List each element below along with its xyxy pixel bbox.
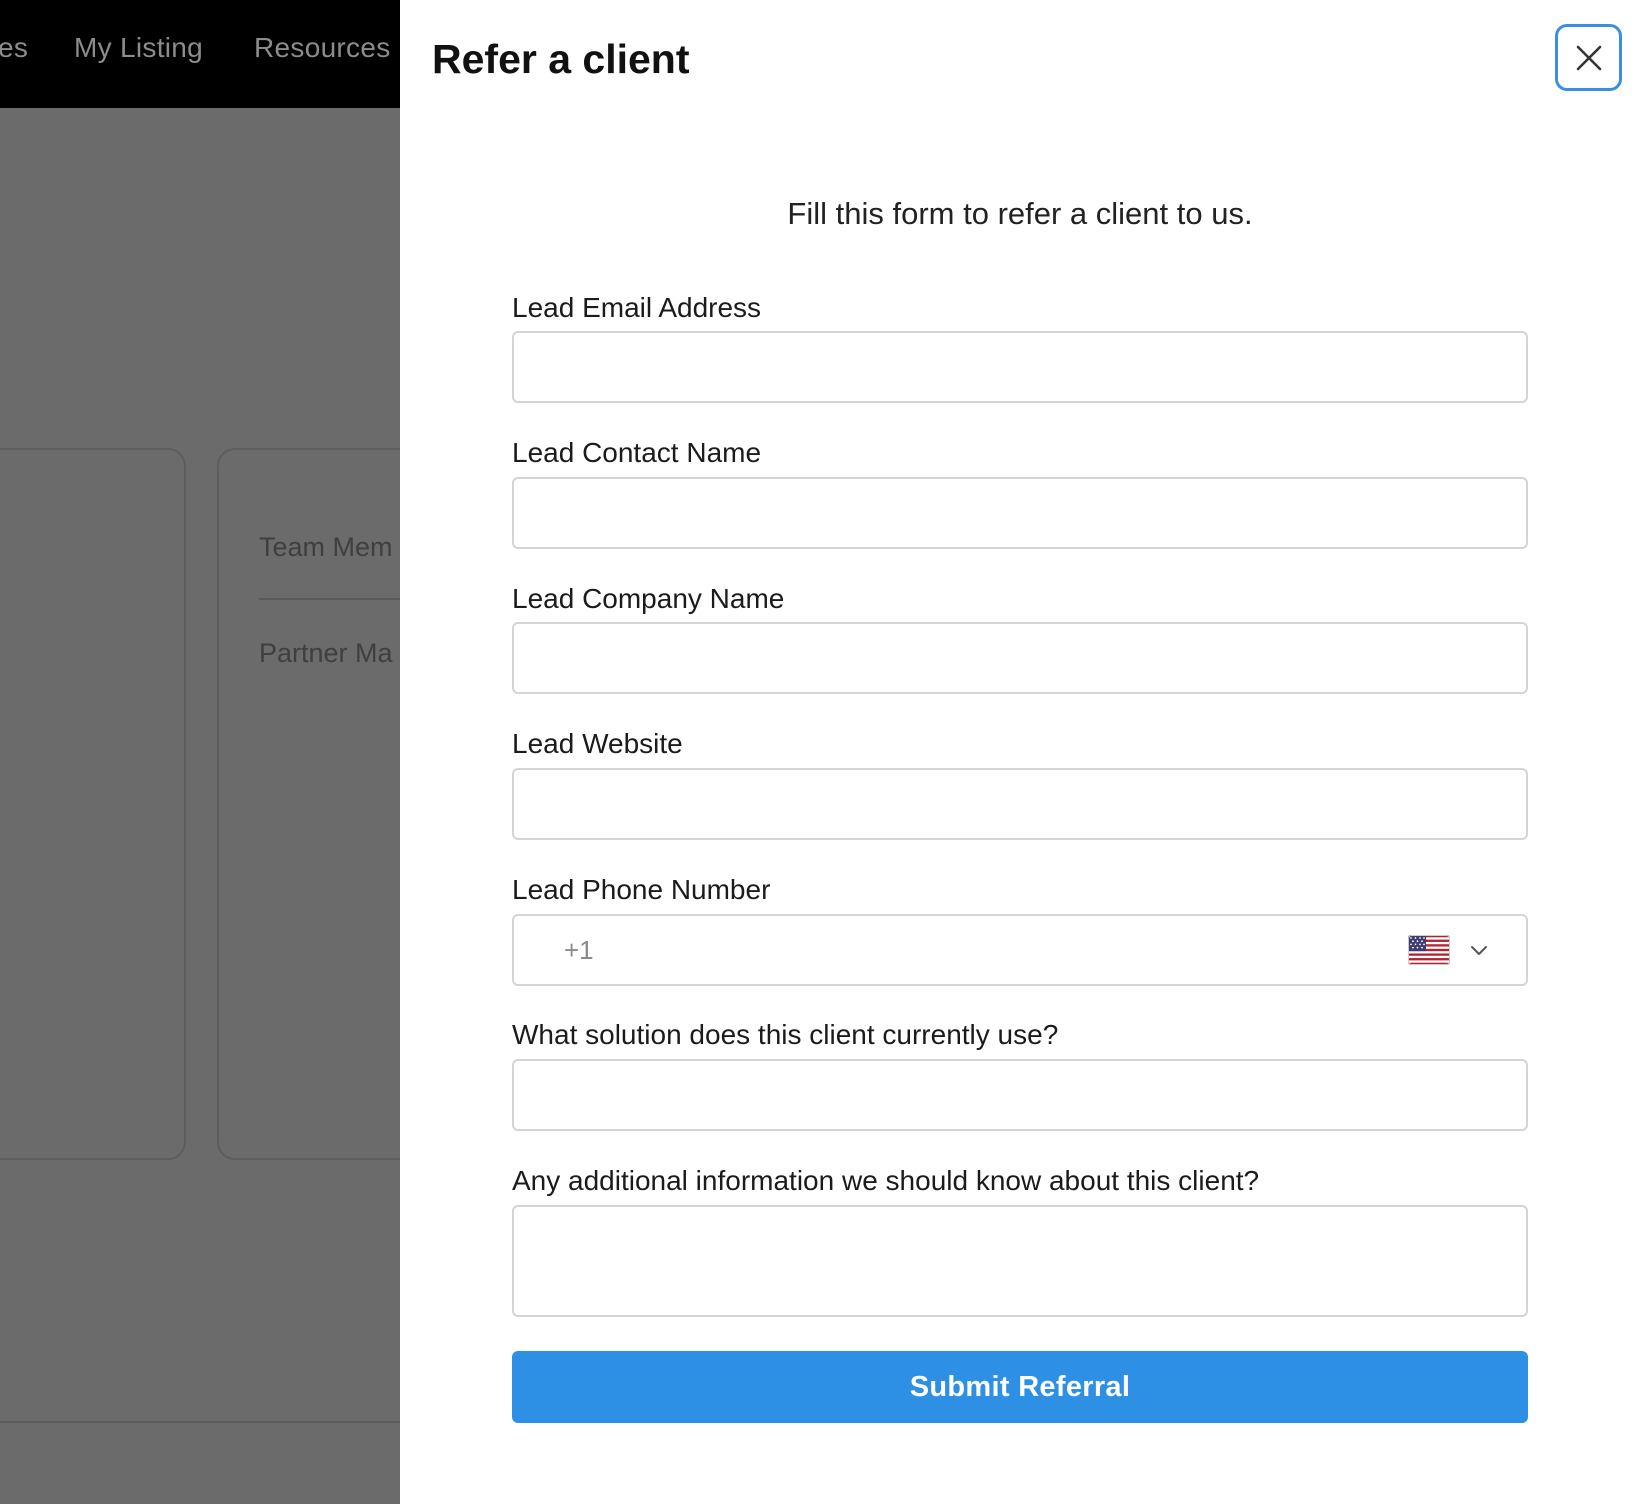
current-solution-field[interactable] [512,1059,1528,1131]
nav-item-resources[interactable]: Resources [254,32,391,64]
phone-field-container [512,914,1528,986]
company-name-label: Lead Company Name [512,583,785,614]
email-field[interactable] [512,331,1528,403]
background-divider [0,1421,400,1423]
us-flag-icon [1408,935,1450,965]
additional-info-label: Any additional information we should kno… [512,1165,1260,1196]
website-label: Lead Website [512,728,683,759]
contact-name-label: Lead Contact Name [512,437,762,468]
close-icon [1576,45,1601,70]
phone-label: Lead Phone Number [512,874,771,905]
email-label: Lead Email Address [512,292,762,323]
chevron-down-icon [1471,946,1487,955]
nav-item-partial[interactable]: es [0,32,28,64]
company-name-field[interactable] [512,622,1528,694]
close-button[interactable] [1555,24,1622,91]
website-field[interactable] [512,768,1528,840]
phone-field[interactable] [516,918,1396,982]
contact-name-field[interactable] [512,477,1528,549]
partner-manager-label: Partner Ma [259,638,393,668]
nav-item-my-listing[interactable]: My Listing [74,32,203,64]
refer-client-drawer: Refer a client Fill this form to refer a… [400,0,1640,1504]
form-subtitle: Fill this form to refer a client to us. [787,196,1253,231]
app-root: es My Listing Resources Team Mem Partner… [0,0,1640,1504]
current-solution-label: What solution does this client currently… [512,1019,1059,1050]
country-code-select[interactable] [1408,930,1508,970]
submit-referral-button[interactable]: Submit Referral [512,1351,1528,1423]
additional-info-field[interactable] [512,1205,1528,1317]
team-members-label: Team Mem [259,532,393,562]
drawer-title: Refer a client [432,36,690,82]
top-nav: es My Listing Resources [0,0,400,108]
background-card-left [0,448,186,1160]
